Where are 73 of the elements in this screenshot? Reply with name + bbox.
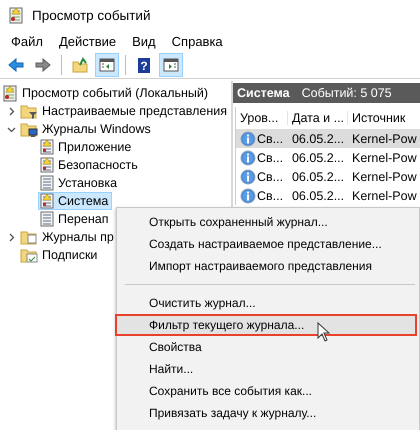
table-cell: Св... <box>256 150 284 164</box>
menu-item[interactable]: Привязать задачу к журналу... <box>115 402 417 424</box>
table-cell-text: Kernel-Pow <box>350 132 418 146</box>
folder-filter-icon <box>20 103 38 119</box>
table-cell-text: 06.05.2... <box>290 170 346 184</box>
event-log-icon <box>2 84 18 102</box>
menu-item[interactable]: Импорт настраиваемого представления <box>115 255 417 277</box>
log-warning-icon <box>40 157 54 173</box>
menu-item[interactable]: Действие <box>52 32 124 50</box>
folder-up-icon <box>71 56 89 74</box>
column-header[interactable]: Уров... <box>236 111 288 125</box>
info-icon <box>240 188 256 204</box>
event-log-icon <box>8 6 24 24</box>
pane-title: Система <box>236 86 290 100</box>
column-header[interactable]: Источник <box>348 111 420 125</box>
table-row[interactable]: Св... 06.05.2... Kernel-Pow <box>236 167 420 186</box>
back-arrow-icon <box>7 56 25 74</box>
toolbar-button[interactable] <box>95 53 119 77</box>
tree-item[interactable]: Подписки <box>18 246 102 264</box>
folder-computer-icon <box>20 121 38 137</box>
menu-item[interactable]: Сохранить все события как... <box>115 380 417 402</box>
tree-item[interactable]: Установка <box>38 174 122 192</box>
table-cell-text: Kernel-Pow <box>350 170 418 184</box>
menu-item[interactable]: Найти... <box>115 358 417 380</box>
chevron-right-icon[interactable] <box>6 106 16 116</box>
chevron-right-icon[interactable] <box>6 232 16 242</box>
tree-item[interactable]: Перенап <box>38 210 112 228</box>
menu-item[interactable]: Свойства <box>115 336 417 358</box>
event-count: Событий: 5 075 <box>302 86 392 100</box>
forward-arrow-icon <box>34 56 52 74</box>
log-icon <box>40 175 54 191</box>
pane-icon <box>98 56 116 74</box>
tree-item[interactable]: Система <box>38 192 112 210</box>
menu-item[interactable]: Открыть сохраненный журнал... <box>115 211 417 233</box>
table-cell-text: 06.05.2... <box>290 132 346 146</box>
log-warning-icon <box>40 139 54 155</box>
info-icon <box>240 168 256 184</box>
menu-item[interactable]: Файл <box>4 32 50 50</box>
toolbar-button[interactable] <box>159 53 183 77</box>
tree-item[interactable]: Приложение <box>38 138 136 156</box>
tree-item[interactable]: Журналы пр <box>18 228 118 246</box>
toolbar-button[interactable]: ? <box>132 53 156 77</box>
table-cell: Св... <box>256 132 284 146</box>
table-cell: Св... <box>256 170 284 184</box>
table-row[interactable]: Св... 06.05.2... Kernel-Pow <box>236 148 420 167</box>
info-icon <box>240 150 256 166</box>
column-header[interactable]: Дата и ... <box>288 111 348 125</box>
question-mark: ? <box>140 59 148 73</box>
log-icon <box>40 211 54 227</box>
tree-item[interactable]: Настраиваемые представления <box>18 102 231 120</box>
tree-item[interactable]: Безопасность <box>38 156 142 174</box>
table-cell-text: 06.05.2... <box>290 188 346 202</box>
folder-calendar-icon <box>20 247 38 263</box>
folder-icon <box>20 229 38 245</box>
window-title: Просмотр событий <box>32 8 151 22</box>
info-icon <box>240 130 256 146</box>
menu-item[interactable]: Вид <box>125 32 163 50</box>
table-cell-text: 06.05.2... <box>290 150 346 164</box>
pane-icon <box>162 56 180 74</box>
chevron-down-icon[interactable] <box>6 124 16 134</box>
menu-item[interactable]: Очистить журнал... <box>115 292 417 314</box>
table-cell: Св... <box>256 188 284 202</box>
menu-item[interactable]: Справка <box>164 32 230 50</box>
menu-item[interactable]: Создать настраиваемое представление... <box>115 233 417 255</box>
menu-item[interactable]: Фильтр текущего журнала... <box>115 314 417 336</box>
table-row[interactable]: Св... 06.05.2... Kernel-Pow <box>236 186 420 205</box>
cursor-icon <box>317 322 330 342</box>
tree-item[interactable]: Просмотр событий (Локальный) <box>0 84 212 102</box>
tree-item[interactable]: Журналы Windows <box>18 120 155 138</box>
table-cell-text: Kernel-Pow <box>350 188 418 202</box>
table-row[interactable]: Св... 06.05.2... Kernel-Pow <box>236 129 420 148</box>
table-cell-text: Kernel-Pow <box>350 150 418 164</box>
log-warning-icon <box>40 193 54 209</box>
